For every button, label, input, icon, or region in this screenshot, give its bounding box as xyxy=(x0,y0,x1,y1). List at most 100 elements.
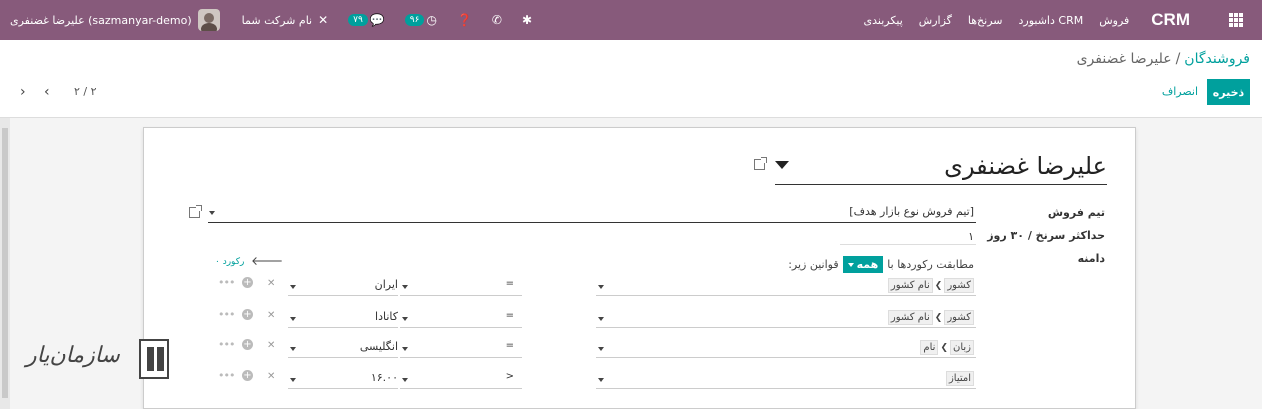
delete-rule-icon[interactable]: ✕ xyxy=(267,278,275,289)
form-sheet: علیرضا غضنفری تیم فروش [تیم فروش نوع باز… xyxy=(143,127,1136,409)
record-count-link[interactable]: ۰ رکورد xyxy=(215,257,244,267)
nav-main-menu: CRM فروش داشبورد CRM سرنخ‌ها گزارش پیکرب… xyxy=(847,0,1262,40)
dropdown-caret-icon[interactable] xyxy=(775,161,789,169)
rule-operator-select[interactable]: = xyxy=(400,308,522,328)
dropdown-caret-icon xyxy=(402,378,408,382)
menu-crm-dashboard[interactable]: داشبورد CRM xyxy=(1019,14,1084,27)
dropdown-caret-icon xyxy=(598,317,604,321)
brand-name[interactable]: CRM xyxy=(1151,10,1190,30)
path-segment: امتیاز xyxy=(945,371,974,386)
delete-rule-icon[interactable]: ✕ xyxy=(267,310,275,321)
dropdown-caret-icon xyxy=(598,285,604,289)
chat-icon[interactable]: ۷۹ 💬 xyxy=(348,13,385,27)
salesperson-name-value: علیرضا غضنفری xyxy=(944,151,1107,180)
activities-badge: ۹۶ xyxy=(404,14,425,26)
rule-operator-select[interactable]: = xyxy=(400,276,522,296)
menu-leads[interactable]: سرنخ‌ها xyxy=(968,14,1003,27)
logo-icon xyxy=(139,339,169,379)
phone-icon[interactable]: ✆ xyxy=(492,13,502,27)
rule-value-select[interactable]: کانادا xyxy=(288,308,398,328)
bug-icon[interactable]: ✱ xyxy=(522,13,532,27)
path-segment: نام کشور xyxy=(887,310,933,325)
rule-value-select[interactable]: ۱۶.۰۰ xyxy=(288,369,398,389)
rule-field-path[interactable]: کشور ❯ نام کشور xyxy=(596,276,976,296)
rule-operator-value: = xyxy=(505,310,514,321)
breadcrumb-parent[interactable]: فروشندگان xyxy=(1184,51,1250,67)
external-link-icon[interactable] xyxy=(189,205,202,218)
user-menu-name[interactable]: علیرضا غضنفری (sazmanyar-demo) xyxy=(10,14,192,27)
rule-value-select[interactable]: انگلیسی xyxy=(288,338,398,358)
rule-field-path[interactable]: زبان ❯ نام xyxy=(596,338,976,358)
max-leads-value[interactable]: ۱ xyxy=(968,230,974,243)
path-segment: کشور xyxy=(944,310,974,325)
top-navbar: CRM فروش داشبورد CRM سرنخ‌ها گزارش پیکرب… xyxy=(0,0,1262,40)
delete-rule-icon[interactable]: ✕ xyxy=(267,340,275,351)
nav-systray: علیرضا غضنفری (sazmanyar-demo) نام شرکت … xyxy=(10,0,552,40)
dropdown-caret-icon xyxy=(290,347,296,351)
rule-value: کانادا xyxy=(375,310,398,323)
rule-value-select[interactable]: ایران xyxy=(288,276,398,296)
avatar[interactable] xyxy=(197,9,220,31)
chevron-right-icon[interactable]: › xyxy=(20,85,26,99)
add-rule-icon[interactable]: + xyxy=(242,277,253,288)
rule-field-path[interactable]: امتیاز xyxy=(596,369,976,389)
discard-button[interactable]: انصراف xyxy=(1162,85,1198,98)
sales-team-field[interactable]: [تیم فروش نوع بازار هدف] xyxy=(208,203,976,223)
domain-rule: کشور ❯ نام کشور = کانادا ✕ + ••• xyxy=(214,308,976,330)
more-options-icon[interactable]: ••• xyxy=(218,276,235,289)
pager-value[interactable]: ۲ / ۲ xyxy=(74,85,97,98)
rule-field-path[interactable]: کشور ❯ نام کشور xyxy=(596,308,976,328)
chevron-right-icon: ❯ xyxy=(940,342,948,353)
chevron-right-icon: ❯ xyxy=(934,312,943,323)
rule-value: ۱۶.۰۰ xyxy=(370,371,398,384)
max-leads-label: حداکثر سرنخ / ۳۰ روز xyxy=(987,229,1105,242)
path-segment: کشور xyxy=(944,278,974,293)
help-icon[interactable]: ❓ xyxy=(457,13,472,27)
clock-icon[interactable]: ۹۶ ◷ xyxy=(404,13,437,27)
path-segment: نام xyxy=(920,340,939,355)
menu-sales[interactable]: فروش xyxy=(1099,14,1129,27)
save-button[interactable]: ذخیره xyxy=(1207,79,1250,105)
more-options-icon[interactable]: ••• xyxy=(218,369,235,382)
dropdown-caret-icon[interactable] xyxy=(209,211,215,215)
rule-operator-value: = xyxy=(505,340,514,351)
add-rule-icon[interactable]: + xyxy=(242,370,253,381)
breadcrumb-separator: / xyxy=(1175,51,1181,67)
company-switcher[interactable]: نام شرکت شما xyxy=(242,14,312,27)
domain-rule: زبان ❯ نام = انگلیسی ✕ + ••• xyxy=(214,338,976,360)
scrollbar[interactable] xyxy=(0,118,10,409)
team-label: تیم فروش xyxy=(1047,206,1105,219)
domain-label: دامنه xyxy=(1077,252,1105,265)
add-rule-icon[interactable]: + xyxy=(242,309,253,320)
dropdown-caret-icon xyxy=(290,285,296,289)
rule-operator-select[interactable]: = xyxy=(400,338,522,358)
more-options-icon[interactable]: ••• xyxy=(218,308,235,321)
more-options-icon[interactable]: ••• xyxy=(218,338,235,351)
sales-team-value: [تیم فروش نوع بازار هدف] xyxy=(849,205,974,218)
menu-reporting[interactable]: گزارش xyxy=(919,14,952,27)
watermark-script: سازمان‌یار xyxy=(26,343,120,368)
domain-rule: امتیاز > ۱۶.۰۰ ✕ + ••• xyxy=(214,369,976,391)
external-link-icon[interactable] xyxy=(754,157,767,170)
breadcrumb: فروشندگان/علیرضا غضنفری xyxy=(1077,51,1250,67)
apps-icon[interactable] xyxy=(1218,0,1254,40)
delete-rule-icon[interactable]: ✕ xyxy=(267,371,275,382)
domain-match-value: همه xyxy=(856,258,879,271)
watermark-logo: سازمان‌یار xyxy=(26,335,171,385)
domain-match-select[interactable]: همه xyxy=(842,256,884,273)
rule-value: انگلیسی xyxy=(359,340,398,353)
add-rule-icon[interactable]: + xyxy=(242,339,253,350)
menu-configuration[interactable]: پیکربندی xyxy=(863,14,902,27)
chevron-right-icon: ❯ xyxy=(934,280,943,291)
dropdown-caret-icon xyxy=(598,347,604,351)
messages-badge: ۷۹ xyxy=(348,14,368,26)
breadcrumb-current: علیرضا غضنفری xyxy=(1076,51,1172,67)
dropdown-caret-icon xyxy=(402,347,408,351)
domain-rule: کشور ❯ نام کشور = ایران ✕ + ••• xyxy=(214,276,976,298)
chevron-down-icon xyxy=(847,262,854,267)
rule-operator-select[interactable]: > xyxy=(400,369,522,389)
salesperson-name-field[interactable]: علیرضا غضنفری xyxy=(775,147,1107,185)
tools-icon[interactable]: ✕ xyxy=(318,13,328,27)
chevron-left-icon[interactable]: ‹ xyxy=(44,85,50,99)
arrow-left-icon[interactable]: 🡐 xyxy=(251,253,283,268)
